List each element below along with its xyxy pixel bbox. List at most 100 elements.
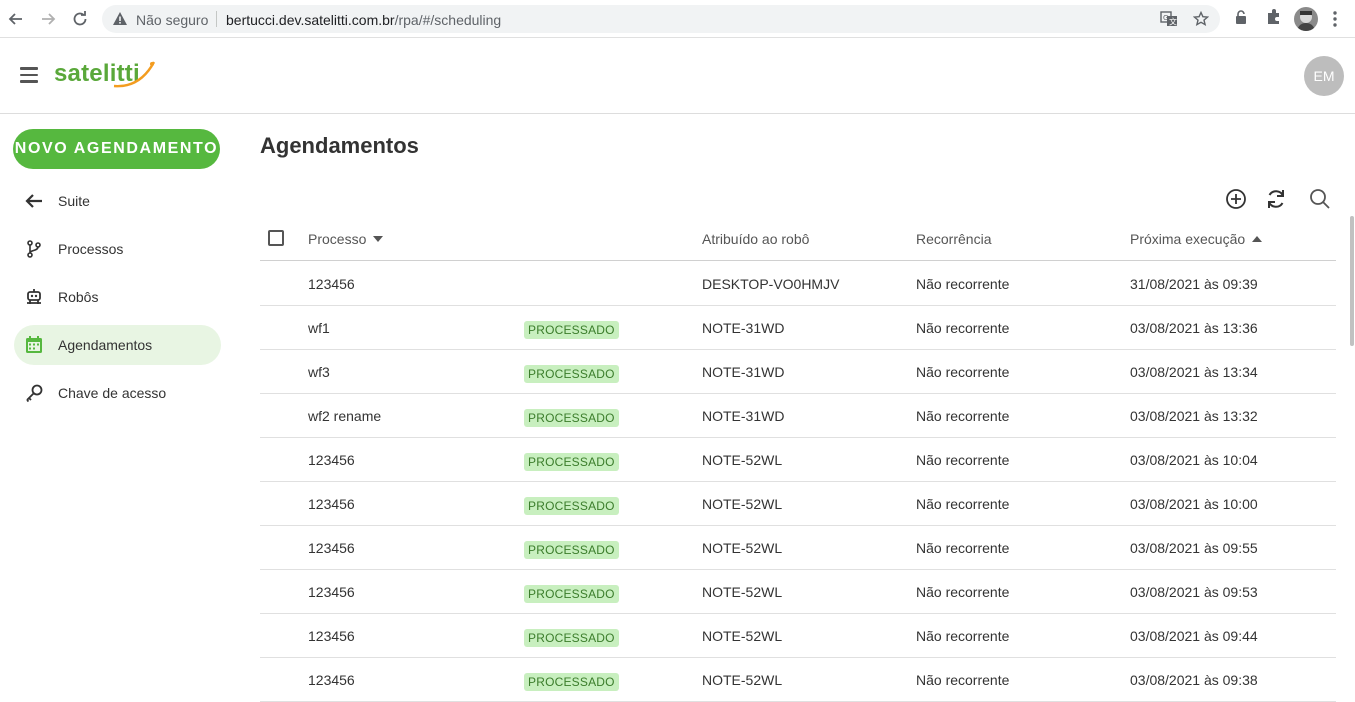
cell-process: wf3: [308, 364, 330, 380]
reload-button[interactable]: [69, 8, 91, 30]
status-badge: PROCESSADO: [524, 409, 619, 427]
table-row[interactable]: wf1 NOTE-31WD Não recorrente 03/08/2021 às …: [260, 306, 1336, 350]
cell-process: 123456: [308, 496, 355, 512]
cell-recurrence: Não recorrente: [916, 320, 1010, 336]
svg-text:G: G: [1163, 14, 1168, 22]
cell-process: 123456: [308, 540, 355, 556]
table-row[interactable]: wf2 rename NOTE-31WD Não recorrente 03/08/2…: [260, 394, 1336, 438]
cell-robot: NOTE-31WD: [702, 408, 785, 424]
cell-robot: NOTE-52WL: [702, 540, 783, 556]
column-header-proxima-execucao[interactable]: Próxima execução: [1130, 231, 1263, 247]
table-row[interactable]: wf3 NOTE-31WD Não recorrente 03/08/2021 às …: [260, 350, 1336, 394]
sidebar-item-chave-de-acesso[interactable]: Chave de acesso: [14, 373, 221, 413]
search-icon[interactable]: [1308, 187, 1332, 211]
table-row[interactable]: 123456 NOTE-52WL Não recorrente 03/08/2021 …: [260, 482, 1336, 526]
url-host: bertucci.dev.satelitti.com.br: [226, 12, 395, 28]
cell-process: 123456: [308, 452, 355, 468]
cell-robot: NOTE-52WL: [702, 584, 783, 600]
cell-recurrence: Não recorrente: [916, 408, 1010, 424]
column-header-processo[interactable]: Processo: [308, 231, 384, 247]
table-row[interactable]: 123456 NOTE-52WL Não recorrente 03/08/2021 …: [260, 438, 1336, 482]
profile-photo-icon: [1297, 11, 1315, 31]
status-badge: PROCESSADO: [524, 673, 619, 691]
cell-next-run: 03/08/2021 às 09:38: [1130, 672, 1258, 688]
refresh-icon[interactable]: [1264, 187, 1288, 211]
status-badge: PROCESSADO: [524, 629, 619, 647]
cell-recurrence: Não recorrente: [916, 584, 1010, 600]
translate-icon[interactable]: 文G: [1160, 11, 1178, 27]
cell-recurrence: Não recorrente: [916, 672, 1010, 688]
table-row[interactable]: 123456 NOTE-52WL Não recorrente 03/08/2021 …: [260, 570, 1336, 614]
sidebar-item-processos[interactable]: Processos: [14, 229, 221, 269]
back-arrow-icon: [8, 13, 22, 25]
extension-lock-icon[interactable]: [1233, 8, 1249, 28]
app-header: satelitti EM: [0, 38, 1355, 114]
back-button[interactable]: [5, 8, 27, 30]
user-avatar[interactable]: EM: [1304, 56, 1344, 96]
table-row[interactable]: 123456 NOTE-52WL Não recorrente 03/08/2021 …: [260, 614, 1336, 658]
status-badge: PROCESSADO: [524, 321, 619, 339]
cell-recurrence: Não recorrente: [916, 540, 1010, 556]
browser-menu-icon[interactable]: [1332, 10, 1338, 28]
column-header-robo[interactable]: Atribuído ao robô: [702, 231, 809, 247]
reload-icon: [73, 11, 87, 26]
cell-robot: NOTE-31WD: [702, 364, 785, 380]
cell-robot: NOTE-52WL: [702, 672, 783, 688]
cell-next-run: 03/08/2021 às 10:00: [1130, 496, 1258, 512]
cell-recurrence: Não recorrente: [916, 276, 1010, 292]
profile-avatar[interactable]: [1294, 7, 1318, 31]
sort-asc-icon: [1252, 236, 1263, 242]
cell-robot: NOTE-31WD: [702, 320, 785, 336]
cell-next-run: 03/08/2021 às 13:36: [1130, 320, 1258, 336]
cell-process: 123456: [308, 672, 355, 688]
status-badge: PROCESSADO: [524, 365, 619, 383]
cell-robot: DESKTOP-VO0HMJV: [702, 276, 840, 292]
branch-icon: [27, 240, 41, 258]
status-badge: PROCESSADO: [524, 497, 619, 515]
cell-process: 123456: [308, 584, 355, 600]
cell-next-run: 03/08/2021 às 13:32: [1130, 408, 1258, 424]
cell-next-run: 03/08/2021 às 10:04: [1130, 452, 1258, 468]
forward-arrow-icon: [42, 13, 56, 25]
cell-next-run: 03/08/2021 às 09:53: [1130, 584, 1258, 600]
svg-text:文: 文: [1169, 17, 1177, 27]
cell-recurrence: Não recorrente: [916, 364, 1010, 380]
cell-process: 123456: [308, 628, 355, 644]
sidebar-item-label: Agendamentos: [58, 337, 153, 353]
table-row[interactable]: 123456 DESKTOP-VO0HMJV Não recorrente 31/08…: [260, 262, 1336, 306]
satelitti-logo[interactable]: satelitti: [54, 60, 156, 88]
sidebar-item-label: Robôs: [58, 289, 99, 305]
warning-icon: [113, 12, 127, 25]
add-circle-icon[interactable]: [1224, 187, 1248, 211]
column-label: Próxima execução: [1130, 231, 1246, 247]
cell-process: wf1: [308, 320, 330, 336]
table-row[interactable]: 123456 NOTE-52WL Não recorrente 03/08/2021 …: [260, 658, 1336, 702]
table-row[interactable]: 123456 NOTE-52WL Não recorrente 03/08/2021 …: [260, 526, 1336, 570]
sidebar-item-agendamentos[interactable]: Agendamentos: [14, 325, 221, 365]
column-header-recorrencia[interactable]: Recorrência: [916, 231, 991, 247]
calendar-icon: [26, 336, 42, 353]
cell-robot: NOTE-52WL: [702, 452, 783, 468]
extensions-puzzle-icon[interactable]: [1265, 8, 1283, 26]
forward-button[interactable]: [37, 8, 59, 30]
cell-next-run: 03/08/2021 às 09:44: [1130, 628, 1258, 644]
security-label: Não seguro: [136, 12, 209, 28]
select-all-checkbox[interactable]: [268, 230, 284, 246]
browser-toolbar: Não seguro bertucci.dev.satelitti.com.br…: [0, 0, 1355, 38]
cell-recurrence: Não recorrente: [916, 496, 1010, 512]
address-bar[interactable]: Não seguro bertucci.dev.satelitti.com.br…: [102, 5, 1220, 33]
bookmark-star-icon[interactable]: [1193, 11, 1209, 27]
cell-recurrence: Não recorrente: [916, 628, 1010, 644]
page-scrollbar[interactable]: [1350, 216, 1354, 346]
cell-next-run: 31/08/2021 às 09:39: [1130, 276, 1258, 292]
key-icon: [26, 384, 43, 403]
new-scheduling-button[interactable]: NOVO AGENDAMENTO: [13, 129, 220, 169]
hamburger-menu-icon[interactable]: [20, 67, 40, 85]
sidebar-item-robos[interactable]: Robôs: [14, 277, 221, 317]
column-label: Processo: [308, 231, 367, 247]
sidebar-item-suite[interactable]: Suite: [14, 181, 221, 221]
url-path: /rpa/#/scheduling: [394, 12, 502, 28]
sidebar-item-label: Suite: [58, 193, 90, 209]
omnibox-divider: [216, 11, 217, 27]
sort-desc-icon: [373, 236, 384, 242]
